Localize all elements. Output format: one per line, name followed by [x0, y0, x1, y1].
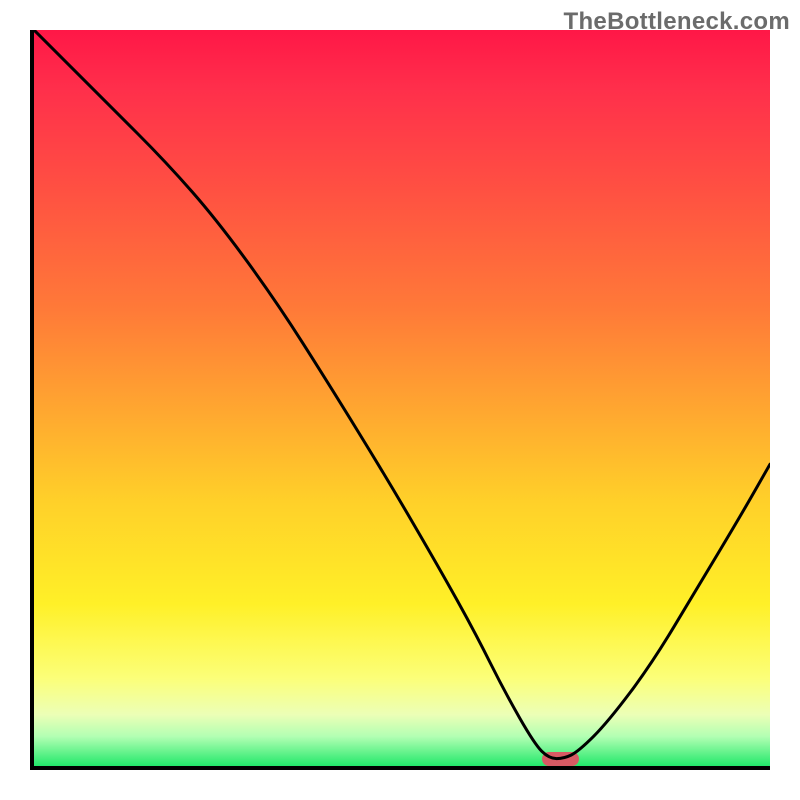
chart-plot-area: [30, 30, 770, 770]
chart-curve: [34, 30, 770, 766]
chart-curve-path: [34, 30, 770, 759]
